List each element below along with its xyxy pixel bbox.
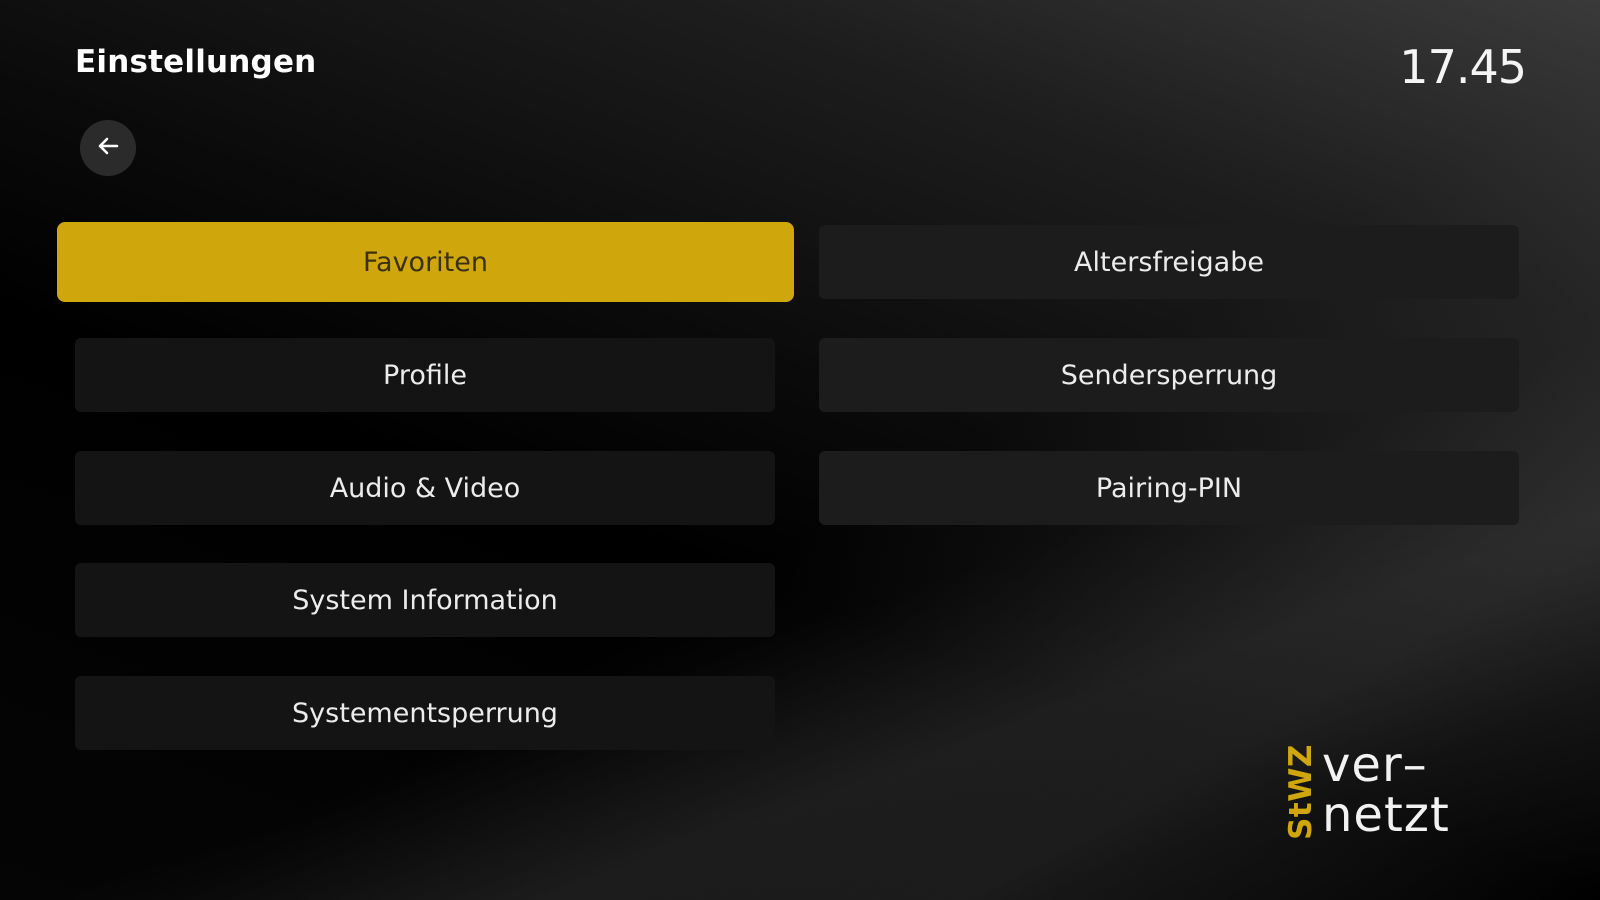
clock: 17.45 bbox=[1399, 40, 1527, 94]
systementsperrung-button[interactable]: Systementsperrung bbox=[75, 676, 775, 750]
pairing-pin-button[interactable]: Pairing-PIN bbox=[819, 451, 1519, 525]
page-title: Einstellungen bbox=[75, 44, 317, 80]
logo-line-2: netzt bbox=[1322, 787, 1450, 843]
brand-logo: StWZ ver– netzt bbox=[1283, 740, 1484, 840]
audio-video-button[interactable]: Audio & Video bbox=[75, 451, 775, 525]
logo-mark-text: StWZ bbox=[1283, 744, 1319, 840]
logo-mark: StWZ bbox=[1283, 744, 1319, 840]
favoriten-button[interactable]: Favoriten bbox=[57, 222, 794, 302]
altersfreigabe-button[interactable]: Altersfreigabe bbox=[819, 225, 1519, 299]
profile-button[interactable]: Profile bbox=[75, 338, 775, 412]
sendersperrung-button[interactable]: Sendersperrung bbox=[819, 338, 1519, 412]
arrow-left-icon bbox=[93, 131, 123, 165]
system-information-button[interactable]: System Information bbox=[75, 563, 775, 637]
logo-line-1: ver– bbox=[1322, 737, 1428, 793]
back-button[interactable] bbox=[80, 120, 136, 176]
logo-wordmark: ver– netzt bbox=[1322, 740, 1450, 840]
